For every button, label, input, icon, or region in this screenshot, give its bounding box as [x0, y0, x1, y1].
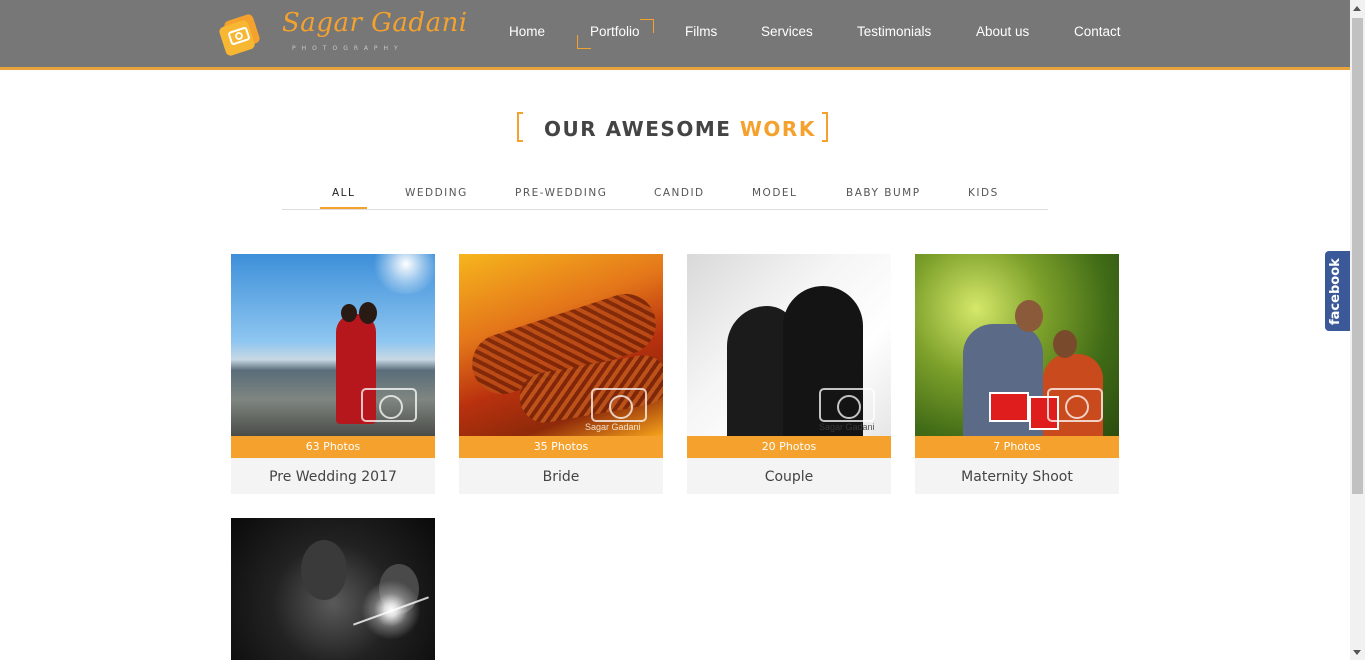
- album-photo-count: 7 Photos: [915, 436, 1119, 458]
- watermark-text: Sagar Gadani: [819, 422, 875, 432]
- title-bracket-right: [822, 112, 828, 142]
- filter-baby-bump[interactable]: BABY BUMP: [846, 187, 921, 199]
- brand-tagline: PHOTOGRAPHY: [292, 45, 404, 52]
- scroll-down-arrow-icon[interactable]: [1353, 650, 1361, 655]
- nav-portfolio[interactable]: Portfolio: [590, 24, 640, 39]
- facebook-side-tab[interactable]: facebook: [1325, 251, 1350, 331]
- camera-logo-icon: [219, 14, 260, 56]
- nav-services[interactable]: Services: [761, 24, 813, 39]
- brand-name: Sagar Gadani: [282, 8, 468, 38]
- nav-films[interactable]: Films: [685, 24, 717, 39]
- album-card-couple[interactable]: Sagar Gadani 20 Photos Couple: [687, 254, 891, 494]
- album-card-pre-wedding[interactable]: 63 Photos Pre Wedding 2017: [231, 254, 435, 494]
- page-title: OUR AWESOME WORK: [544, 117, 816, 141]
- active-filter-underline: [320, 207, 367, 209]
- filter-wedding[interactable]: WEDDING: [405, 187, 468, 199]
- album-title[interactable]: Bride: [459, 458, 663, 494]
- page-scrollbar[interactable]: [1350, 0, 1365, 660]
- title-accent: WORK: [739, 117, 816, 141]
- album-card-bride[interactable]: Sagar Gadani 35 Photos Bride: [459, 254, 663, 494]
- filter-candid[interactable]: CANDID: [654, 187, 705, 199]
- watermark-text: Sagar Gadani: [585, 422, 641, 432]
- scroll-up-arrow-icon[interactable]: [1353, 6, 1361, 11]
- album-photo-count: 63 Photos: [231, 436, 435, 458]
- filter-model[interactable]: MODEL: [752, 187, 797, 199]
- section-heading: OUR AWESOME WORK: [0, 112, 1350, 148]
- filter-all[interactable]: ALL: [332, 187, 355, 199]
- scroll-thumb[interactable]: [1352, 18, 1363, 494]
- nav-contact[interactable]: Contact: [1074, 24, 1121, 39]
- brand-logo[interactable]: Sagar Gadani PHOTOGRAPHY: [214, 6, 467, 62]
- watermark-camera-icon: [819, 388, 875, 422]
- album-card-5[interactable]: [231, 518, 435, 660]
- active-nav-corner-bottom-left: [577, 35, 591, 49]
- title-bracket-left: [517, 112, 523, 142]
- album-thumbnail[interactable]: [915, 254, 1119, 436]
- album-photo-count: 35 Photos: [459, 436, 663, 458]
- album-title[interactable]: Maternity Shoot: [915, 458, 1119, 494]
- portfolio-filter-tabs: ALL WEDDING PRE-WEDDING CANDID MODEL BAB…: [282, 180, 1048, 210]
- album-thumbnail[interactable]: Sagar Gadani: [687, 254, 891, 436]
- watermark-camera-icon: [591, 388, 647, 422]
- facebook-label: facebook: [1328, 258, 1343, 325]
- nav-home[interactable]: Home: [509, 24, 545, 39]
- album-title[interactable]: Pre Wedding 2017: [231, 458, 435, 494]
- album-title[interactable]: Couple: [687, 458, 891, 494]
- album-photo-count: 20 Photos: [687, 436, 891, 458]
- watermark-camera-icon: [361, 388, 417, 422]
- watermark-camera-icon: [1047, 388, 1103, 422]
- album-card-maternity-shoot[interactable]: 7 Photos Maternity Shoot: [915, 254, 1119, 494]
- filter-kids[interactable]: KIDS: [968, 187, 999, 199]
- nav-about-us[interactable]: About us: [976, 24, 1029, 39]
- filter-pre-wedding[interactable]: PRE-WEDDING: [515, 187, 607, 199]
- album-thumbnail[interactable]: [231, 254, 435, 436]
- album-thumbnail[interactable]: [231, 518, 435, 660]
- active-nav-corner-top-right: [640, 19, 654, 33]
- site-header: Sagar Gadani PHOTOGRAPHY Home Portfolio …: [0, 0, 1350, 70]
- title-main: OUR AWESOME: [544, 117, 732, 141]
- nav-testimonials[interactable]: Testimonials: [857, 24, 931, 39]
- album-thumbnail[interactable]: Sagar Gadani: [459, 254, 663, 436]
